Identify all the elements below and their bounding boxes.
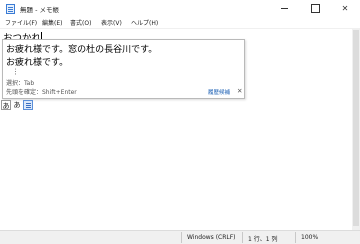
status-line-ending: Windows (CRLF) — [187, 234, 236, 241]
candidate-item[interactable]: お疲れ様です。窓の杜の長谷川です。 — [6, 42, 157, 55]
hiragana-mode-icon[interactable]: あ — [1, 100, 11, 110]
status-bar: Windows (CRLF) 1 行、1 列 100% — [0, 230, 360, 244]
status-separator — [181, 232, 182, 243]
menu-format[interactable]: 書式(O) — [70, 18, 91, 27]
minimize-button[interactable] — [274, 0, 296, 17]
maximize-button[interactable] — [304, 0, 326, 17]
title-bar: 無題 - メモ帳 ✕ — [0, 0, 360, 17]
vertical-scrollbar[interactable] — [352, 28, 360, 230]
close-button[interactable]: ✕ — [334, 0, 356, 17]
scrollbar-thumb[interactable] — [353, 30, 359, 226]
status-separator — [295, 232, 296, 243]
more-candidates-indicator: ︙ — [12, 68, 19, 76]
status-separator — [242, 232, 243, 243]
notepad-icon — [6, 4, 15, 14]
menu-bar: ファイル(F) 編集(E) 書式(O) 表示(V) ヘルプ(H) — [0, 17, 360, 28]
status-zoom: 100% — [301, 234, 319, 241]
notepad-window: 無題 - メモ帳 ✕ ファイル(F) 編集(E) 書式(O) 表示(V) ヘルプ… — [0, 0, 360, 244]
menu-edit[interactable]: 編集(E) — [42, 18, 62, 27]
history-close-icon[interactable]: ✕ — [237, 87, 242, 95]
input-mode-icon[interactable]: あ — [12, 100, 22, 110]
menu-view[interactable]: 表示(V) — [101, 18, 122, 27]
ime-menu-icon[interactable] — [23, 100, 33, 110]
window-title: 無題 - メモ帳 — [20, 6, 59, 14]
menu-help[interactable]: ヘルプ(H) — [131, 18, 158, 27]
menu-file[interactable]: ファイル(F) — [5, 18, 37, 27]
status-cursor-position: 1 行、1 列 — [248, 236, 278, 243]
hint-confirm-first: 先頭を確定：Shift+Enter — [6, 89, 77, 96]
ime-candidate-popup: お疲れ様です。窓の杜の長谷川です。 お疲れ様です。 ︙ 選択：Tab 先頭を確定… — [2, 39, 245, 99]
history-candidates-link[interactable]: 履歴候補 — [208, 88, 230, 96]
hint-select-tab: 選択：Tab — [6, 80, 35, 87]
